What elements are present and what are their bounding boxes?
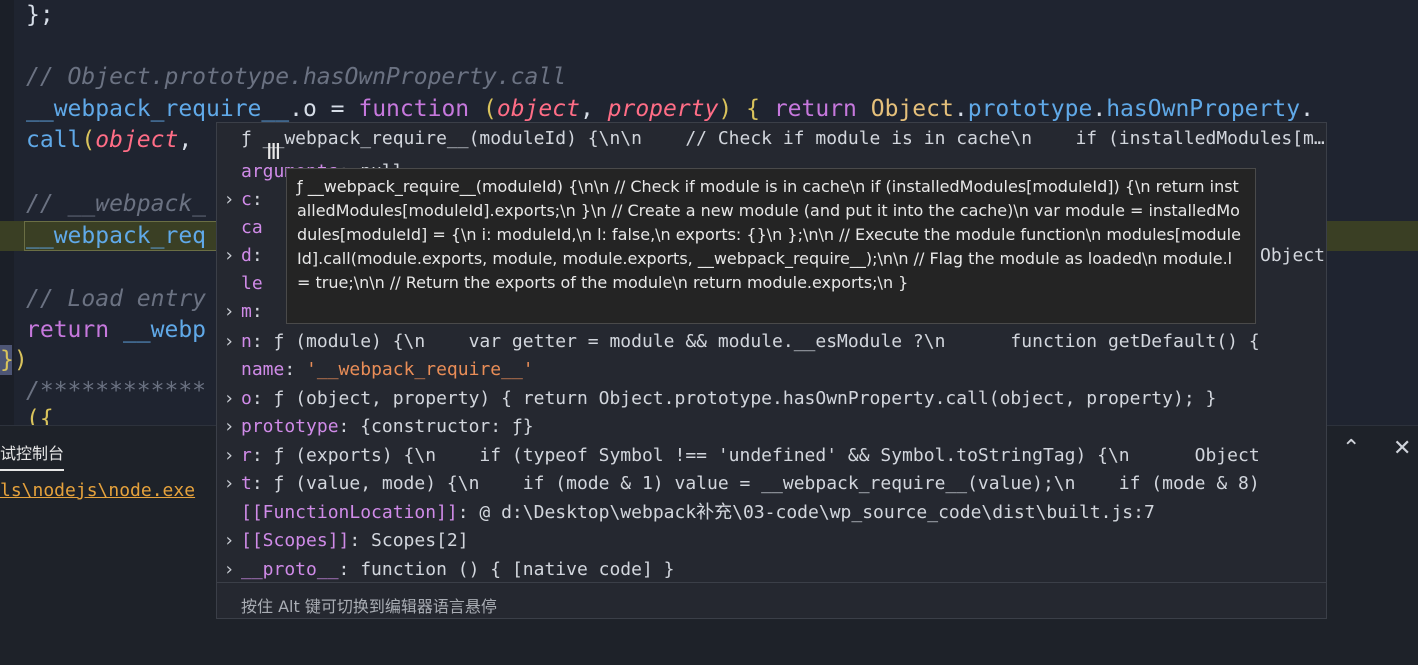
d-value-suffix: Object: [1260, 245, 1326, 266]
chevron-right-icon[interactable]: ›: [217, 442, 241, 470]
chevron-right-icon[interactable]: ›: [217, 385, 241, 413]
chevron-right-icon[interactable]: ›: [217, 298, 241, 326]
code-line-8[interactable]: __webpack_req: [26, 221, 206, 251]
chevron-right-icon[interactable]: ›: [217, 328, 241, 356]
hover-row-r[interactable]: › r: ƒ (exports) {\n if (typeof Symbol !=…: [217, 442, 1326, 470]
node-path-link[interactable]: ls\nodejs\node.exe: [0, 480, 195, 501]
code-line-5[interactable]: call(object,: [26, 125, 192, 155]
chevron-right-icon[interactable]: ›: [217, 556, 241, 584]
chevron-right-icon[interactable]: ›: [217, 470, 241, 498]
hover-row-name[interactable]: name: '__webpack_require__': [217, 356, 1326, 384]
code-line-14[interactable]: ({: [26, 404, 54, 425]
code-line-4[interactable]: __webpack_require__.o = function (object…: [26, 94, 1314, 124]
code-line-10[interactable]: // Load entry: [26, 284, 206, 314]
hover-row-n[interactable]: › n: ƒ (module) {\n var getter = module &…: [217, 328, 1326, 356]
chevron-right-icon[interactable]: ›: [217, 242, 241, 270]
hover-row-o[interactable]: › o: ƒ (object, property) { return Object…: [217, 385, 1326, 413]
chevron-up-icon[interactable]: ⌃: [1342, 436, 1360, 461]
hover-hint: 按住 Alt 键可切换到编辑器语言悬停: [241, 597, 497, 616]
active-tab-indicator: [0, 469, 64, 471]
hover-row-proto[interactable]: › __proto__: function () { [native code] …: [217, 556, 1326, 584]
code-line-11[interactable]: return __webp: [26, 315, 206, 345]
value-tooltip: ƒ __webpack_require__(moduleId) {\n\n //…: [286, 168, 1256, 324]
hover-divider: [217, 582, 1326, 583]
hover-row-t[interactable]: › t: ƒ (value, mode) {\n if (mode & 1) va…: [217, 470, 1326, 498]
code-line-12[interactable]: }): [0, 345, 28, 375]
chevron-right-icon[interactable]: ›: [217, 186, 241, 214]
hover-row-scopes[interactable]: › [[Scopes]]: Scopes[2]: [217, 527, 1326, 555]
code-line-7[interactable]: // __webpack_: [26, 189, 206, 219]
code-line-1[interactable]: };: [26, 0, 54, 30]
chevron-right-icon[interactable]: ›: [217, 527, 241, 555]
code-line-3[interactable]: // Object.prototype.hasOwnProperty.call: [26, 62, 566, 92]
hover-row-prototype[interactable]: › prototype: {constructor: ƒ}: [217, 413, 1326, 441]
tab-debug-console[interactable]: 试控制台: [0, 440, 64, 464]
hover-header[interactable]: ƒ __webpack_require__(moduleId) {\n\n //…: [217, 125, 1326, 153]
hover-row-function-location[interactable]: [[FunctionLocation]]: @ d:\Desktop\webpa…: [217, 499, 1326, 527]
code-line-13[interactable]: /************: [26, 376, 206, 406]
close-icon[interactable]: ✕: [1393, 436, 1411, 461]
chevron-right-icon[interactable]: ›: [217, 413, 241, 441]
text-cursor-icon: Ⅲ: [266, 140, 282, 165]
